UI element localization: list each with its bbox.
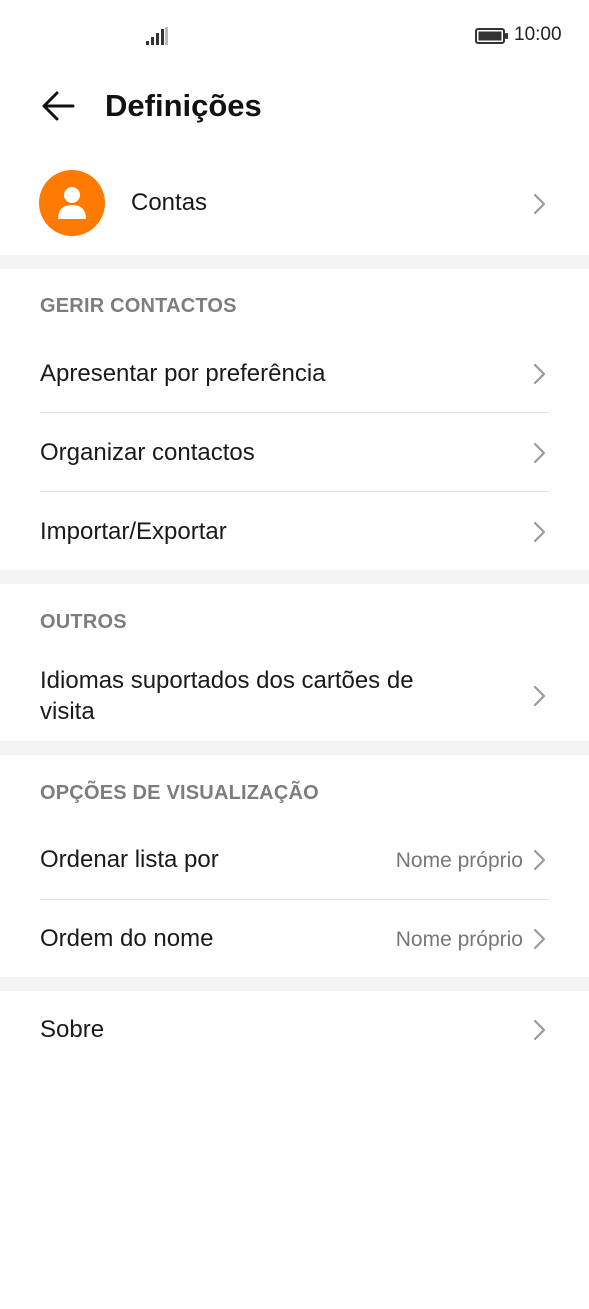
business-card-languages-label-line2: visita bbox=[40, 698, 95, 725]
chevron-right-icon bbox=[532, 684, 548, 708]
chevron-right-icon bbox=[532, 362, 548, 386]
sort-list-by-value: Nome próprio bbox=[395, 849, 523, 872]
chevron-right-icon bbox=[532, 848, 548, 872]
chevron-right-icon bbox=[532, 927, 548, 951]
organize-contacts-label: Organizar contactos bbox=[40, 439, 255, 466]
status-time: 10:00 bbox=[514, 24, 562, 45]
about-label: Sobre bbox=[40, 1016, 105, 1043]
status-bar: 10:00 bbox=[0, 0, 589, 72]
chevron-right-icon bbox=[532, 520, 548, 544]
section-heading-manage-contacts: GERIR CONTACTOS bbox=[40, 295, 237, 317]
signal-icon bbox=[146, 27, 168, 45]
section-heading-display-options: OPÇÕES DE VISUALIZAÇÃO bbox=[40, 782, 319, 804]
back-arrow-icon bbox=[42, 91, 75, 121]
account-avatar-icon bbox=[58, 187, 86, 219]
section-separator bbox=[0, 741, 589, 755]
section-heading-others: OUTROS bbox=[40, 611, 127, 633]
import-export-label: Importar/Exportar bbox=[40, 518, 227, 545]
section-separator bbox=[0, 570, 589, 584]
settings-screen: 10:00 Definições Contas GERIR CONTACTOS … bbox=[0, 0, 589, 1309]
section-separator bbox=[0, 977, 589, 991]
back-button[interactable] bbox=[36, 84, 80, 128]
business-card-languages-row[interactable] bbox=[0, 652, 589, 742]
accounts-label: Contas bbox=[131, 189, 208, 216]
display-preference-label: Apresentar por preferência bbox=[40, 360, 326, 387]
battery-icon bbox=[475, 28, 508, 44]
section-separator bbox=[0, 255, 589, 269]
page-title: Definições bbox=[105, 88, 262, 123]
name-order-label: Ordem do nome bbox=[40, 925, 214, 952]
chevron-right-icon bbox=[532, 1018, 548, 1042]
account-avatar bbox=[39, 170, 105, 236]
chevron-right-icon bbox=[532, 441, 548, 465]
chevron-right-icon bbox=[532, 192, 548, 216]
business-card-languages-label-line1: Idiomas suportados dos cartões de bbox=[40, 667, 414, 694]
name-order-value: Nome próprio bbox=[395, 928, 523, 951]
sort-list-by-label: Ordenar lista por bbox=[40, 846, 219, 873]
